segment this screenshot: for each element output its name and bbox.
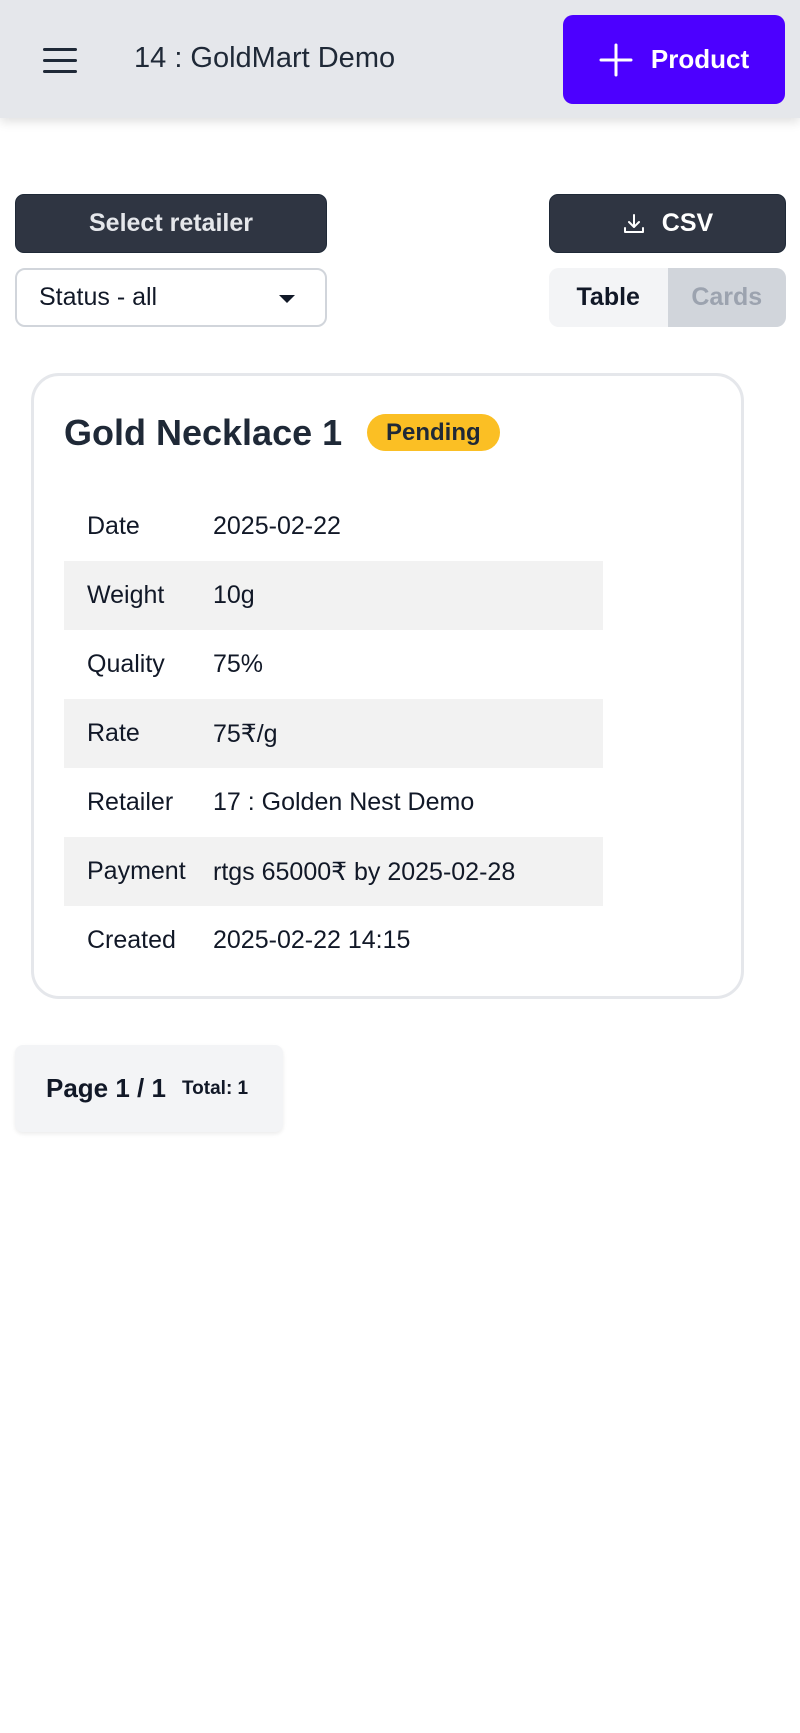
detail-row-created: Created 2025-02-22 14:15 [64, 906, 603, 975]
detail-value: 2025-02-22 14:15 [213, 926, 411, 954]
detail-row-rate: Rate 75₹/g [64, 699, 603, 768]
detail-value: 17 : Golden Nest Demo [213, 788, 475, 816]
detail-row-date: Date 2025-02-22 [64, 492, 603, 561]
select-retailer-label: Select retailer [89, 209, 253, 237]
detail-row-payment: Payment rtgs 65000₹ by 2025-02-28 [64, 837, 603, 906]
product-title: Gold Necklace 1 [64, 412, 343, 453]
detail-label: Retailer [87, 788, 174, 816]
detail-label: Payment [87, 857, 186, 885]
plus-icon [599, 43, 633, 76]
detail-label: Quality [87, 650, 165, 678]
download-icon [623, 213, 644, 233]
view-toggle-cards-label: Cards [691, 283, 763, 311]
caret-down-icon [279, 295, 295, 303]
detail-row-retailer: Retailer 17 : Golden Nest Demo [64, 768, 603, 837]
page-indicator: Page 1 / 1 [46, 1073, 166, 1103]
detail-value: 2025-02-22 [213, 512, 341, 540]
add-product-label: Product [650, 44, 750, 74]
detail-value: 10g [213, 581, 255, 609]
detail-row-weight: Weight 10g [64, 561, 603, 630]
detail-label: Weight [87, 581, 165, 609]
detail-label: Created [87, 926, 176, 954]
select-retailer-button[interactable]: Select retailer [15, 194, 327, 253]
csv-download-button[interactable]: CSV [549, 194, 786, 253]
product-details-table: Date 2025-02-22 Weight 10g Quality 75% R… [64, 492, 603, 975]
view-mode-toggle: Table Cards [549, 268, 786, 327]
detail-row-quality: Quality 75% [64, 630, 603, 699]
status-badge: Pending [367, 414, 500, 451]
status-filter-value: Status - all [39, 283, 158, 311]
view-toggle-cards[interactable]: Cards [667, 268, 786, 327]
hamburger-menu-icon[interactable] [36, 38, 84, 82]
detail-label: Rate [87, 719, 140, 747]
csv-label: CSV [661, 209, 714, 237]
status-filter-select[interactable]: Status - all [15, 268, 327, 327]
top-app-bar: 14 : GoldMart Demo Product [0, 0, 800, 118]
page-title: 14 : GoldMart Demo [134, 42, 396, 74]
view-toggle-table[interactable]: Table [549, 268, 668, 327]
add-product-button[interactable]: Product [563, 15, 785, 104]
detail-value: 75₹/g [213, 719, 278, 748]
total-count: Total: 1 [181, 1077, 249, 1099]
pagination-summary: Page 1 / 1 Total: 1 [15, 1045, 283, 1132]
detail-value: rtgs 65000₹ by 2025-02-28 [213, 857, 516, 886]
detail-value: 75% [213, 650, 264, 678]
view-toggle-table-label: Table [576, 283, 640, 311]
detail-label: Date [87, 512, 140, 540]
product-card: Gold Necklace 1 Pending Date 2025-02-22 … [31, 373, 744, 999]
